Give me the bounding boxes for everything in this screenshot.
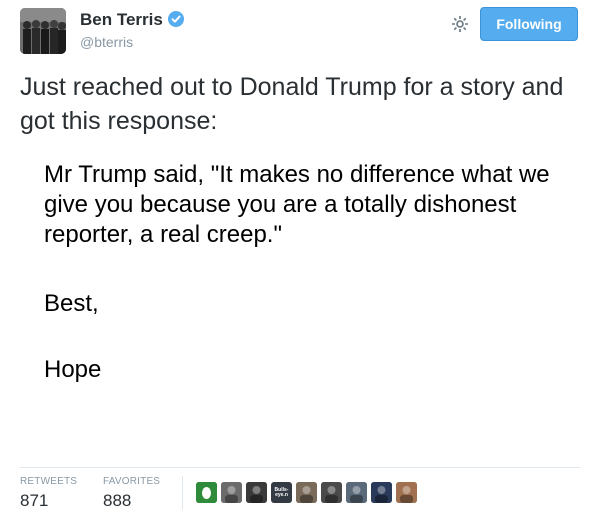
retweets-count: 871 xyxy=(20,491,49,510)
favoriter-6-avatar[interactable] xyxy=(321,482,342,503)
retweets-label: RETWEETS xyxy=(20,476,78,487)
tweet-text: Just reached out to Donald Trump for a s… xyxy=(20,73,564,135)
favoriter-4-avatar[interactable]: Bulls-eye.n xyxy=(271,482,292,503)
favorites-stat[interactable]: FAVORITES 888 xyxy=(103,476,160,511)
stats-divider xyxy=(20,467,580,468)
display-name[interactable]: Ben Terris xyxy=(80,10,163,30)
quoted-response: Mr Trump said, "It makes no difference w… xyxy=(44,161,550,248)
favoriter-1-avatar[interactable] xyxy=(196,482,217,503)
favoriter-avatars: Bulls-eye.n xyxy=(196,482,417,503)
avatar[interactable] xyxy=(20,8,66,54)
favorites-count: 888 xyxy=(103,491,132,510)
gear-icon[interactable] xyxy=(450,14,470,34)
favoriter-5-avatar[interactable] xyxy=(296,482,317,503)
group-photo-icon xyxy=(20,8,66,54)
sign-off: Best, xyxy=(44,290,99,317)
favoriter-3-avatar[interactable] xyxy=(246,482,267,503)
verified-badge-icon xyxy=(168,11,184,27)
favoriter-2-avatar[interactable] xyxy=(221,482,242,503)
signature: Hope xyxy=(44,356,102,383)
user-handle[interactable]: @bterris xyxy=(80,34,133,50)
favoriter-9-avatar[interactable] xyxy=(396,482,417,503)
favoriter-8-avatar[interactable] xyxy=(371,482,392,503)
tweet-card: Ben Terris @bterris Following Just reach… xyxy=(0,0,599,511)
favoriter-7-avatar[interactable] xyxy=(346,482,367,503)
retweets-stat[interactable]: RETWEETS 871 xyxy=(20,476,77,511)
favorites-label: FAVORITES xyxy=(103,476,161,487)
stats-separator xyxy=(182,476,183,510)
following-button[interactable]: Following xyxy=(480,7,578,41)
